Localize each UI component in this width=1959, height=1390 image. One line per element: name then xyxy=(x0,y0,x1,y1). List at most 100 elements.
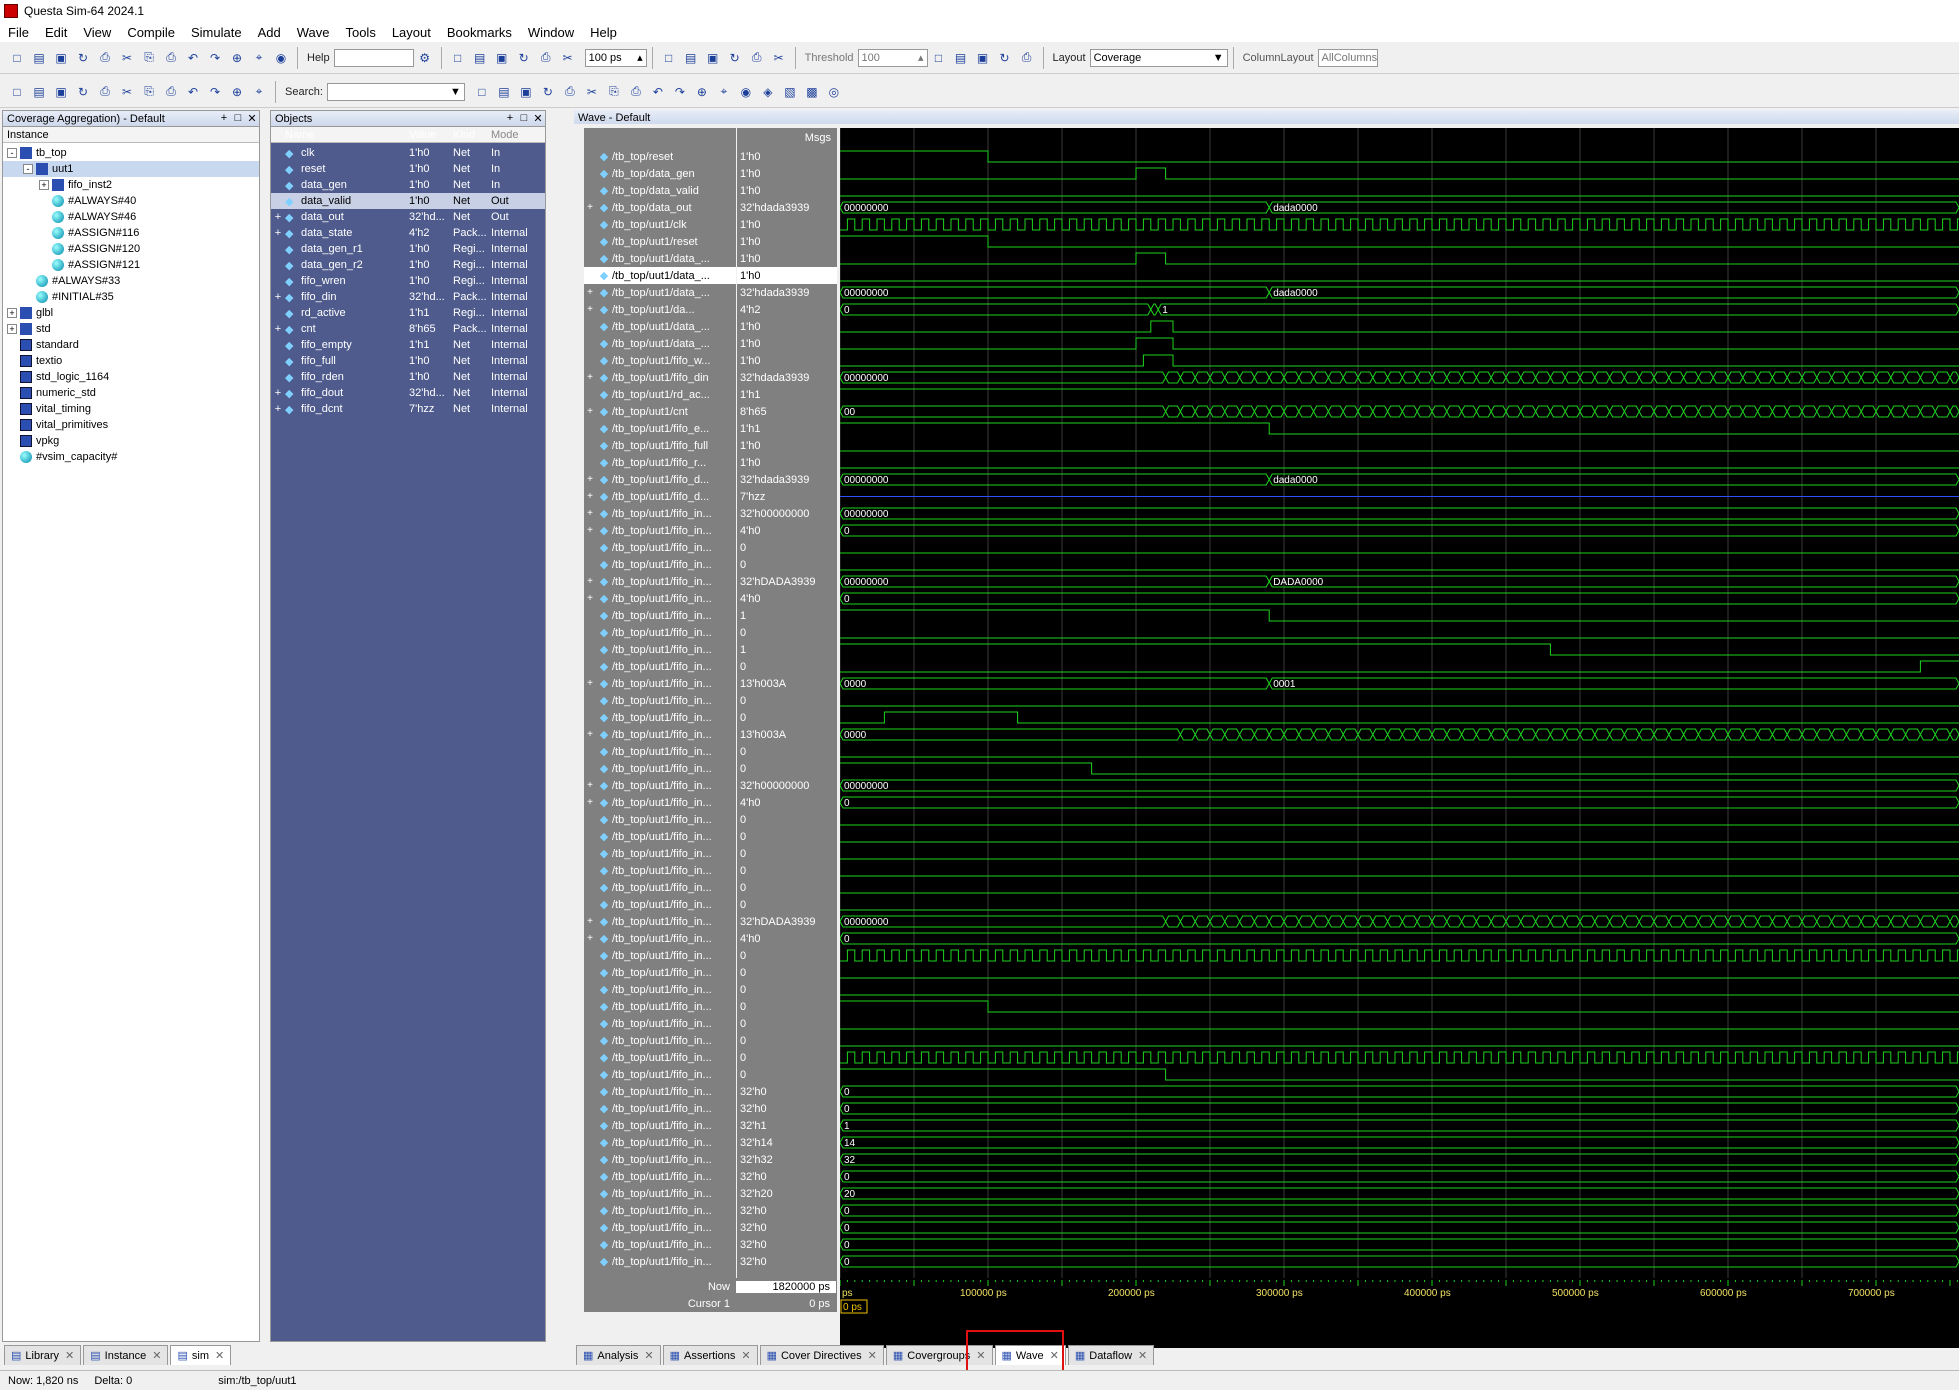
wave-signal-row[interactable]: + ◆/tb_top/uut1/fifo_in... xyxy=(584,930,736,947)
run-icon[interactable]: ✂ xyxy=(559,49,577,67)
menu-simulate[interactable]: Simulate xyxy=(183,25,250,40)
tree-item[interactable]: + glbl xyxy=(3,305,259,321)
wave-canvas[interactable]: 00000000 dada0000 00000000 dada0000 0 1 000000… xyxy=(839,128,1959,1348)
spacer[interactable] xyxy=(7,404,17,414)
object-row[interactable]: ◆ rd_active 1'h1 Regi... Internal xyxy=(271,305,545,321)
expand-icon[interactable]: + xyxy=(584,508,596,519)
compile-icon[interactable]: □ xyxy=(449,49,467,67)
zoom-cursor-icon[interactable]: ↻ xyxy=(539,83,557,101)
wave-signal-row[interactable]: ◆/tb_top/uut1/fifo_in... xyxy=(584,1202,736,1219)
prev-transition-icon[interactable]: ⎙ xyxy=(627,83,645,101)
exit-icon[interactable]: ◎ xyxy=(825,83,843,101)
tree-item[interactable]: std_logic_1164 xyxy=(3,369,259,385)
close-icon[interactable]: ✕ xyxy=(215,1349,224,1362)
close-icon[interactable]: ✕ xyxy=(644,1349,653,1362)
search-input[interactable]: ▼ xyxy=(326,82,465,101)
continue-icon[interactable]: □ xyxy=(660,49,678,67)
cursor-label[interactable]: Cursor 1 xyxy=(584,1298,736,1310)
wave-signal-row[interactable]: ◆/tb_top/uut1/fifo_in... xyxy=(584,607,736,624)
tree-item[interactable]: - uut1 xyxy=(3,161,259,177)
expand-icon[interactable]: + xyxy=(584,678,596,689)
expand-icon[interactable]: + xyxy=(271,403,285,415)
tree-item[interactable]: + fifo_inst2 xyxy=(3,177,259,193)
wave-signal-row[interactable]: + ◆/tb_top/uut1/fifo_in... xyxy=(584,913,736,930)
wave-signal-row[interactable]: ◆/tb_top/uut1/fifo_in... xyxy=(584,692,736,709)
expand-icon[interactable]: + xyxy=(584,780,596,791)
spacer[interactable] xyxy=(7,452,17,462)
tree-item[interactable]: #ASSIGN#120 xyxy=(3,241,259,257)
copy-icon[interactable]: ⎘ xyxy=(140,49,158,67)
cursor-icon[interactable]: ↻ xyxy=(74,83,92,101)
menu-help[interactable]: Help xyxy=(582,25,625,40)
wave-signal-row[interactable]: ◆/tb_top/uut1/data_... xyxy=(584,318,736,335)
wave-signal-row[interactable]: ◆/tb_top/uut1/fifo_in... xyxy=(584,1236,736,1253)
wave-signal-row[interactable]: ◆/tb_top/uut1/clk xyxy=(584,216,736,233)
wave-signal-row[interactable]: ◆/tb_top/uut1/rd_ac... xyxy=(584,386,736,403)
expand-icon[interactable]: + xyxy=(7,324,17,334)
clear-icon[interactable]: ▩ xyxy=(803,83,821,101)
expand-icon[interactable]: + xyxy=(584,933,596,944)
spacer[interactable] xyxy=(23,292,33,302)
wave-signal-row[interactable]: + ◆/tb_top/uut1/fifo_in... xyxy=(584,505,736,522)
next-transition-icon[interactable]: ↶ xyxy=(649,83,667,101)
menu-file[interactable]: File xyxy=(0,25,37,40)
delete-wave-icon[interactable]: ◈ xyxy=(759,83,777,101)
paste-icon[interactable]: ⎙ xyxy=(162,49,180,67)
expand-time-icon[interactable]: ⊕ xyxy=(693,83,711,101)
expand-icon[interactable]: + xyxy=(584,474,596,485)
expand-icon[interactable]: + xyxy=(584,304,596,315)
wave-signal-row[interactable]: ◆/tb_top/uut1/fifo_in... xyxy=(584,1049,736,1066)
wave-signal-row[interactable]: ◆/tb_top/uut1/fifo_w... xyxy=(584,352,736,369)
spacer[interactable] xyxy=(7,388,17,398)
col-value[interactable]: Value xyxy=(409,129,453,141)
tree-item[interactable]: - tb_top xyxy=(3,145,259,161)
wave-signal-row[interactable]: + ◆/tb_top/uut1/fifo_in... xyxy=(584,590,736,607)
wave-signal-row[interactable]: ◆/tb_top/uut1/fifo_in... xyxy=(584,556,736,573)
spacer[interactable] xyxy=(7,436,17,446)
object-row[interactable]: ◆ fifo_full 1'h0 Net Internal xyxy=(271,353,545,369)
tree-item[interactable]: #ASSIGN#116 xyxy=(3,225,259,241)
object-row[interactable]: ◆ data_valid 1'h0 Net Out xyxy=(271,193,545,209)
tab-library[interactable]: ▤ Library ✕ xyxy=(4,1345,82,1365)
zoom-in-icon[interactable]: □ xyxy=(473,83,491,101)
expand-icon[interactable]: + xyxy=(271,227,285,239)
expand-icon[interactable]: + xyxy=(271,211,285,223)
tree-item[interactable]: textio xyxy=(3,353,259,369)
expand-icon[interactable]: + xyxy=(584,287,596,298)
group-icon[interactable]: ↷ xyxy=(206,83,224,101)
expand-icon[interactable]: + xyxy=(584,576,596,587)
spacer[interactable] xyxy=(7,340,17,350)
wave-signal-row[interactable]: ◆/tb_top/uut1/fifo_in... xyxy=(584,981,736,998)
menu-edit[interactable]: Edit xyxy=(37,25,75,40)
wave-signal-row[interactable]: ◆/tb_top/uut1/fifo_in... xyxy=(584,1083,736,1100)
spacer[interactable] xyxy=(7,356,17,366)
collapse-icon[interactable]: - xyxy=(23,164,33,174)
tree-item[interactable]: #ASSIGN#121 xyxy=(3,257,259,273)
wave-signal-row[interactable]: ◆/tb_top/uut1/fifo_in... xyxy=(584,1134,736,1151)
object-row[interactable]: + ◆ fifo_dout 32'hd... Net Internal xyxy=(271,385,545,401)
find-icon[interactable]: ⌖ xyxy=(250,49,268,67)
delete-cursor-icon[interactable]: ✂ xyxy=(118,83,136,101)
waveform-display[interactable]: 00000000 dada000000000000 dada00000 1000000… xyxy=(839,128,1959,1348)
expand-icon[interactable]: + xyxy=(584,916,596,927)
expand-icon[interactable]: + xyxy=(584,525,596,536)
expand-icon[interactable]: + xyxy=(271,323,285,335)
wave-signal-row[interactable]: + ◆/tb_top/uut1/fifo_din xyxy=(584,369,736,386)
insert-cursor-icon[interactable]: ⎙ xyxy=(96,83,114,101)
spacer[interactable] xyxy=(39,228,49,238)
menu-layout[interactable]: Layout xyxy=(384,25,439,40)
wave-signal-row[interactable]: ◆/tb_top/uut1/fifo_in... xyxy=(584,811,736,828)
wave-signal-row[interactable]: ◆/tb_top/uut1/reset xyxy=(584,233,736,250)
expand-icon[interactable]: + xyxy=(39,180,49,190)
object-row[interactable]: + ◆ fifo_din 32'hd... Pack... Internal xyxy=(271,289,545,305)
open-icon[interactable]: ▤ xyxy=(30,49,48,67)
step-over-icon[interactable]: ⎙ xyxy=(748,49,766,67)
wave-signal-row[interactable]: ◆/tb_top/uut1/data_... xyxy=(584,267,736,284)
expand-icon[interactable]: + xyxy=(7,308,17,318)
zoom-out-icon[interactable]: ▤ xyxy=(495,83,513,101)
tab-analysis[interactable]: ▦ Analysis ✕ xyxy=(576,1345,661,1365)
tab-sim[interactable]: ▤ sim ✕ xyxy=(170,1345,232,1365)
spacer[interactable] xyxy=(39,244,49,254)
tab-instance[interactable]: ▤ Instance ✕ xyxy=(83,1345,169,1365)
menu-bookmarks[interactable]: Bookmarks xyxy=(439,25,520,40)
